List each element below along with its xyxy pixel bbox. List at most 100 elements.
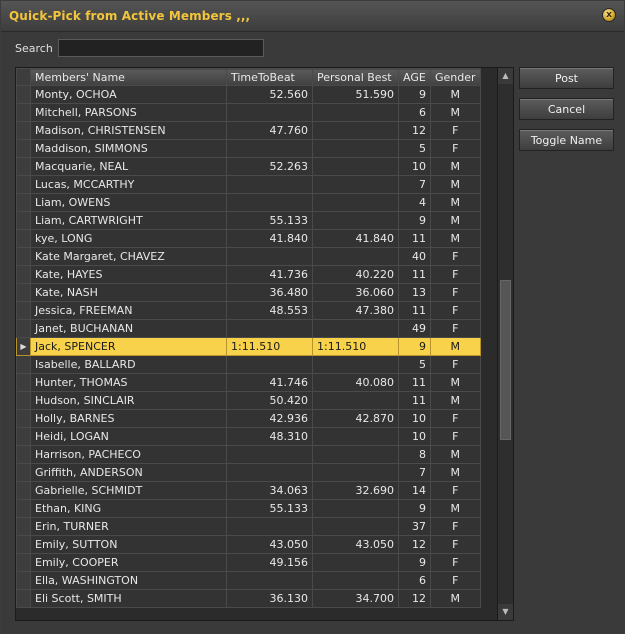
age-cell[interactable]: 7 <box>398 463 431 482</box>
member-name-cell[interactable]: Hudson, SINCLAIR <box>30 391 227 410</box>
gender-cell[interactable]: F <box>430 427 481 446</box>
member-name-cell[interactable]: Emily, SUTTON <box>30 535 227 554</box>
row-indicator[interactable] <box>16 247 31 266</box>
gender-cell[interactable]: F <box>430 319 481 338</box>
age-cell[interactable]: 6 <box>398 571 431 590</box>
row-indicator[interactable] <box>16 157 31 176</box>
time-to-beat-cell[interactable] <box>226 193 313 212</box>
toggle-name-button[interactable]: Toggle Name <box>519 129 614 151</box>
time-to-beat-cell[interactable]: 55.133 <box>226 211 313 230</box>
table-row[interactable]: Liam, OWENS 4 M <box>16 193 481 212</box>
row-indicator[interactable] <box>16 121 31 140</box>
personal-best-cell[interactable] <box>312 247 399 266</box>
column-header-time-to-beat[interactable]: TimeToBeat <box>226 68 313 86</box>
gender-cell[interactable]: M <box>430 589 481 608</box>
gender-cell[interactable]: M <box>430 229 481 248</box>
member-name-cell[interactable]: Hunter, THOMAS <box>30 373 227 392</box>
time-to-beat-cell[interactable]: 47.760 <box>226 121 313 140</box>
row-indicator[interactable] <box>16 301 31 320</box>
gender-cell[interactable]: M <box>430 175 481 194</box>
member-name-cell[interactable]: Janet, BUCHANAN <box>30 319 227 338</box>
personal-best-cell[interactable]: 32.690 <box>312 481 399 500</box>
table-row[interactable]: Griffith, ANDERSON 7 M <box>16 463 481 482</box>
time-to-beat-cell[interactable]: 52.560 <box>226 85 313 104</box>
table-row[interactable]: Kate Margaret, CHAVEZ 40 F <box>16 247 481 266</box>
table-row[interactable]: Erin, TURNER 37 F <box>16 517 481 536</box>
row-indicator[interactable] <box>16 571 31 590</box>
gender-cell[interactable]: F <box>430 409 481 428</box>
age-cell[interactable]: 6 <box>398 103 431 122</box>
age-cell[interactable]: 12 <box>398 589 431 608</box>
gender-cell[interactable]: M <box>430 391 481 410</box>
age-cell[interactable]: 5 <box>398 139 431 158</box>
personal-best-cell[interactable] <box>312 499 399 518</box>
member-name-cell[interactable]: Griffith, ANDERSON <box>30 463 227 482</box>
personal-best-cell[interactable]: 47.380 <box>312 301 399 320</box>
gender-cell[interactable]: F <box>430 301 481 320</box>
age-cell[interactable]: 10 <box>398 157 431 176</box>
gender-cell[interactable]: F <box>430 481 481 500</box>
time-to-beat-cell[interactable]: 43.050 <box>226 535 313 554</box>
age-cell[interactable]: 11 <box>398 229 431 248</box>
time-to-beat-cell[interactable]: 48.310 <box>226 427 313 446</box>
personal-best-cell[interactable] <box>312 571 399 590</box>
member-name-cell[interactable]: Holly, BARNES <box>30 409 227 428</box>
personal-best-cell[interactable] <box>312 103 399 122</box>
row-indicator[interactable] <box>16 355 31 374</box>
member-name-cell[interactable]: Macquarie, NEAL <box>30 157 227 176</box>
gender-cell[interactable]: F <box>430 553 481 572</box>
age-cell[interactable]: 49 <box>398 319 431 338</box>
cancel-button[interactable]: Cancel <box>519 98 614 120</box>
age-cell[interactable]: 9 <box>398 211 431 230</box>
gender-cell[interactable]: M <box>430 445 481 464</box>
time-to-beat-cell[interactable]: 36.130 <box>226 589 313 608</box>
triangle-right-icon[interactable]: ▶ <box>16 337 31 356</box>
gender-cell[interactable]: F <box>430 517 481 536</box>
time-to-beat-cell[interactable] <box>226 517 313 536</box>
time-to-beat-cell[interactable] <box>226 247 313 266</box>
member-name-cell[interactable]: Madison, CHRISTENSEN <box>30 121 227 140</box>
personal-best-cell[interactable] <box>312 445 399 464</box>
gender-cell[interactable]: M <box>430 499 481 518</box>
age-cell[interactable]: 37 <box>398 517 431 536</box>
time-to-beat-cell[interactable]: 42.936 <box>226 409 313 428</box>
gender-cell[interactable]: M <box>430 193 481 212</box>
column-header-personal-best[interactable]: Personal Best <box>312 68 399 86</box>
time-to-beat-cell[interactable]: 34.063 <box>226 481 313 500</box>
member-name-cell[interactable]: Ella, WASHINGTON <box>30 571 227 590</box>
gender-cell[interactable]: F <box>430 265 481 284</box>
time-to-beat-cell[interactable] <box>226 139 313 158</box>
table-row[interactable]: Monty, OCHOA 52.560 51.590 9 M <box>16 85 481 104</box>
member-name-cell[interactable]: Jack, SPENCER <box>30 337 227 356</box>
personal-best-cell[interactable] <box>312 553 399 572</box>
gender-cell[interactable]: M <box>430 103 481 122</box>
member-name-cell[interactable]: Monty, OCHOA <box>30 85 227 104</box>
age-cell[interactable]: 10 <box>398 409 431 428</box>
post-button[interactable]: Post <box>519 67 614 89</box>
column-header-name[interactable]: Members' Name <box>30 68 227 86</box>
time-to-beat-cell[interactable] <box>226 571 313 590</box>
personal-best-cell[interactable] <box>312 517 399 536</box>
row-indicator[interactable] <box>16 481 31 500</box>
table-row[interactable]: Heidi, LOGAN 48.310 10 F <box>16 427 481 446</box>
age-cell[interactable]: 11 <box>398 301 431 320</box>
age-cell[interactable]: 13 <box>398 283 431 302</box>
gender-cell[interactable]: F <box>430 283 481 302</box>
row-indicator[interactable] <box>16 139 31 158</box>
personal-best-cell[interactable] <box>312 211 399 230</box>
row-indicator[interactable] <box>16 373 31 392</box>
table-row[interactable]: Lucas, MCCARTHY 7 M <box>16 175 481 194</box>
age-cell[interactable]: 5 <box>398 355 431 374</box>
personal-best-cell[interactable] <box>312 355 399 374</box>
time-to-beat-cell[interactable]: 41.746 <box>226 373 313 392</box>
table-row[interactable]: Madison, CHRISTENSEN 47.760 12 F <box>16 121 481 140</box>
gender-cell[interactable]: M <box>430 463 481 482</box>
table-row[interactable]: Hudson, SINCLAIR 50.420 11 M <box>16 391 481 410</box>
row-indicator[interactable] <box>16 409 31 428</box>
age-cell[interactable]: 9 <box>398 553 431 572</box>
time-to-beat-cell[interactable]: 50.420 <box>226 391 313 410</box>
row-indicator[interactable] <box>16 211 31 230</box>
time-to-beat-cell[interactable] <box>226 463 313 482</box>
age-cell[interactable]: 11 <box>398 391 431 410</box>
member-name-cell[interactable]: Kate Margaret, CHAVEZ <box>30 247 227 266</box>
